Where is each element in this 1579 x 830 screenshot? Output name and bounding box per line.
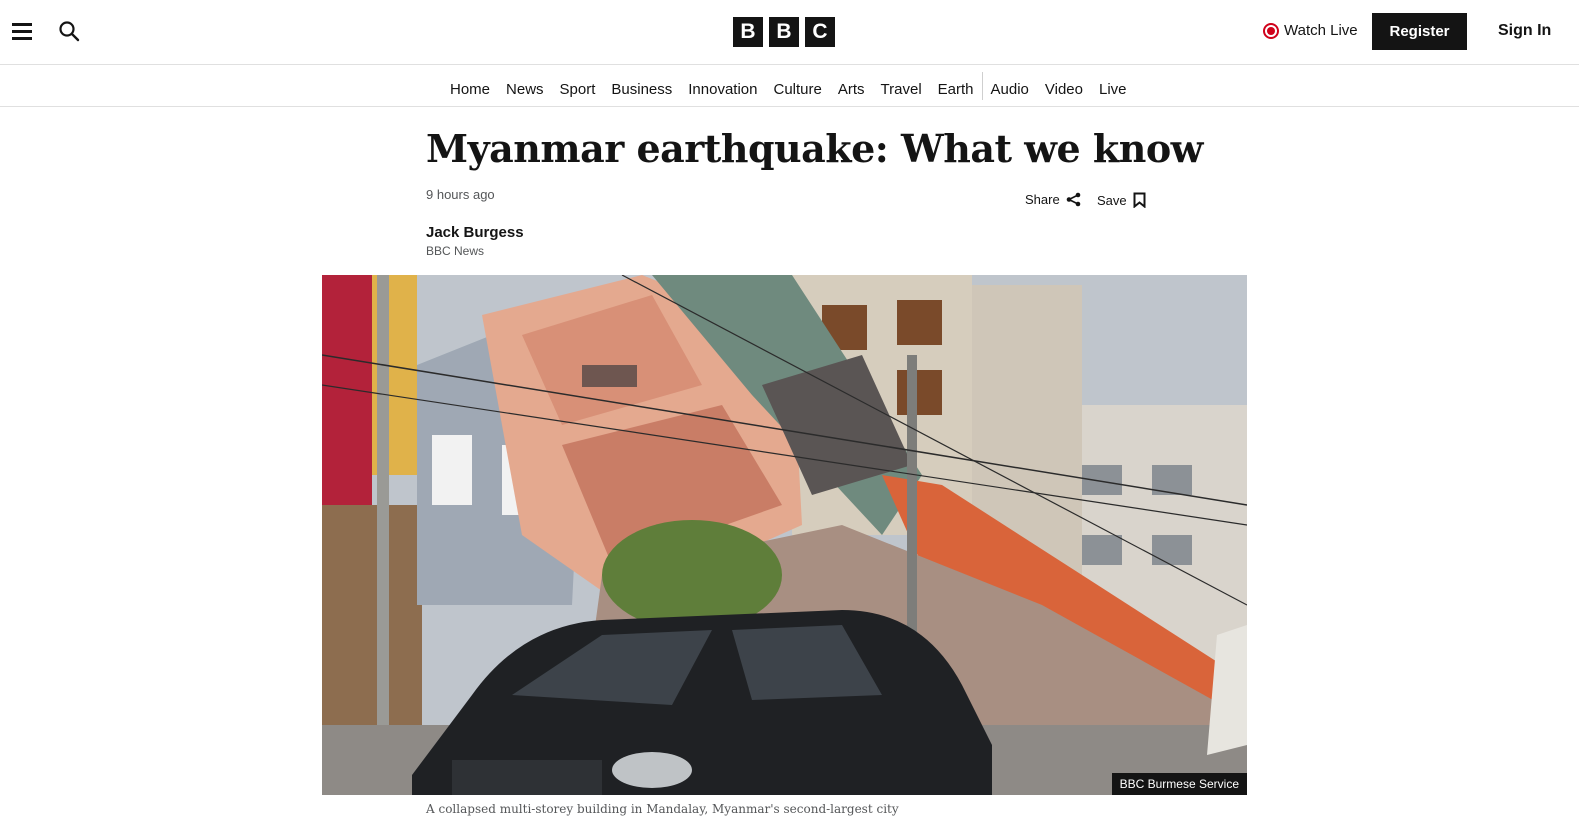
nav-item-earth[interactable]: Earth [938, 81, 974, 98]
sign-in-link[interactable]: Sign In [1498, 22, 1551, 40]
nav-item-home[interactable]: Home [450, 81, 490, 98]
article-timestamp: 9 hours ago [426, 187, 495, 202]
nav-item-video[interactable]: Video [1045, 81, 1083, 98]
nav-items: Home News Sport Business Innovation Cult… [450, 72, 1143, 100]
hero-image: BBC Burmese Service [322, 275, 1247, 795]
nav-item-innovation[interactable]: Innovation [688, 81, 757, 98]
search-icon[interactable] [58, 20, 80, 42]
image-caption: A collapsed multi-storey building in Man… [426, 802, 899, 816]
share-button[interactable]: Share [1025, 192, 1081, 207]
nav-item-travel[interactable]: Travel [881, 81, 922, 98]
nav-item-business[interactable]: Business [611, 81, 672, 98]
author-name[interactable]: Jack Burgess [426, 224, 524, 241]
logo-letter: C [805, 17, 835, 47]
article-headline: Myanmar earthquake: What we know [426, 126, 1203, 171]
save-button[interactable]: Save [1097, 192, 1146, 208]
logo-letter: B [733, 17, 763, 47]
bbc-logo[interactable]: B B C [733, 17, 835, 47]
watch-live-link[interactable]: Watch Live [1263, 22, 1358, 39]
nav-item-audio[interactable]: Audio [991, 81, 1029, 98]
live-indicator-icon [1263, 22, 1279, 39]
nav-item-live[interactable]: Live [1099, 81, 1127, 98]
logo-letter: B [769, 17, 799, 47]
nav-item-news[interactable]: News [506, 81, 544, 98]
share-label: Share [1025, 192, 1060, 207]
main-nav: Home News Sport Business Innovation Cult… [0, 66, 1579, 107]
save-label: Save [1097, 192, 1127, 208]
bookmark-icon [1133, 192, 1146, 208]
image-credit: BBC Burmese Service [1111, 773, 1247, 795]
share-icon [1066, 192, 1081, 207]
nav-item-culture[interactable]: Culture [774, 81, 822, 98]
nav-item-sport[interactable]: Sport [560, 81, 596, 98]
register-button[interactable]: Register [1372, 13, 1467, 50]
menu-icon[interactable] [12, 21, 32, 41]
top-bar: B B C Watch Live Register Sign In [0, 0, 1579, 65]
watch-live-label: Watch Live [1284, 22, 1358, 39]
nav-item-arts[interactable]: Arts [838, 81, 865, 98]
nav-divider [981, 72, 983, 100]
author-outlet: BBC News [426, 244, 485, 258]
